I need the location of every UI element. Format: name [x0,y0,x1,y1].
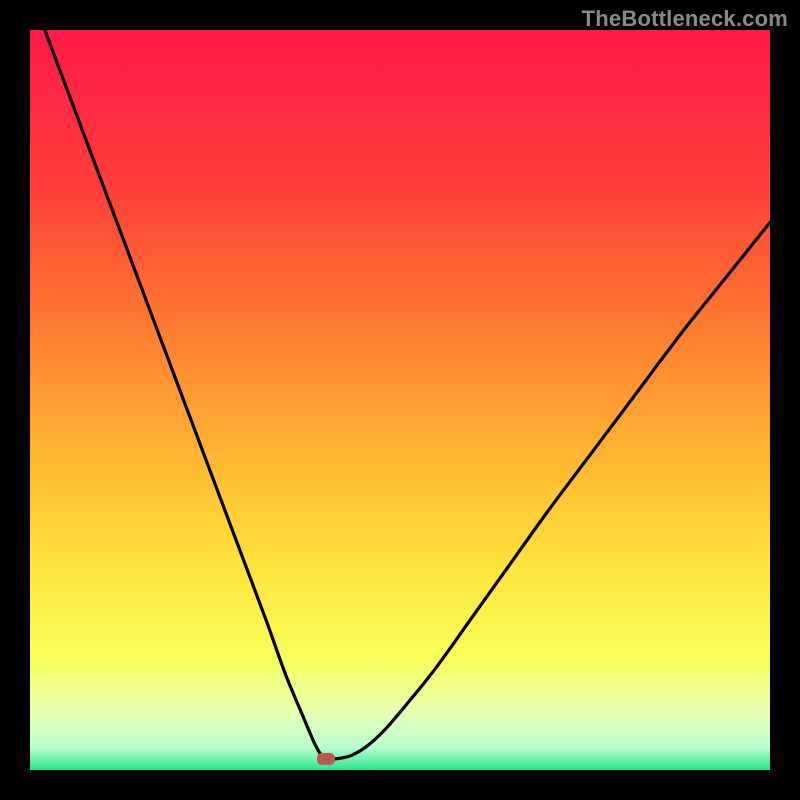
minimum-marker [317,753,335,765]
chart-frame: TheBottleneck.com [0,0,800,800]
watermark-text: TheBottleneck.com [582,6,788,32]
gradient-background [30,30,770,770]
chart-svg [30,30,770,770]
plot-area [30,30,770,770]
